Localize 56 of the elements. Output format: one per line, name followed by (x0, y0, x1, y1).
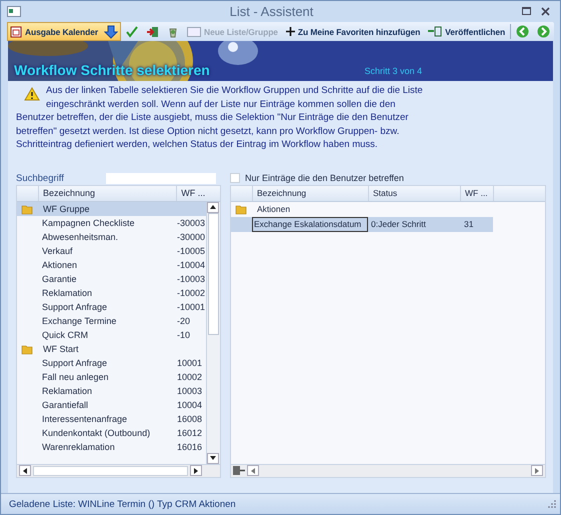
table-cell: 10001 (177, 358, 202, 368)
table-cell-text: Quick CRM (41, 330, 90, 340)
table-cell-text: Reklamation (41, 288, 94, 298)
table-cell: 16016 (177, 442, 202, 452)
table-cell: -10003 (177, 274, 206, 284)
table-cell-text: Verkauf (41, 246, 74, 256)
table-cell-text: Support Anfrage (41, 358, 108, 368)
toolbar-button[interactable]: Zu Meine Favoriten hinzufügen (282, 22, 424, 41)
group-name: WF Start (42, 344, 78, 354)
table-cell-text: Garantiefall (41, 400, 90, 410)
table-cell: -30000 (177, 232, 206, 242)
table-cell-text: Reklamation (41, 386, 94, 396)
table-cell: Exchange Eskalationsdatum (252, 216, 368, 232)
column-header[interactable]: WF ... (176, 186, 220, 200)
group-name: Aktionen (256, 204, 290, 214)
table-cell-text: Fall neu anlegen (41, 372, 110, 382)
table-cell-text: Support Anfrage (41, 302, 108, 312)
table-cell: -10004 (177, 260, 206, 270)
table-cell-text: Warenreklamation (41, 442, 116, 452)
toolbar-button[interactable]: Ausgabe Kalender (7, 22, 122, 41)
table-cell: 16012 (177, 428, 202, 438)
toolbar-button[interactable]: Veröffentlichen (425, 22, 508, 41)
column-header[interactable]: WF ... (460, 186, 494, 200)
table-cell-text: Interessentenanfrage (41, 414, 128, 424)
group-row[interactable]: Aktionen (231, 202, 545, 216)
table-cell: -30003 (177, 218, 206, 228)
column-header[interactable]: Bezeichnung (252, 186, 368, 200)
window-title: List - Assistent (228, 4, 314, 19)
table-cell-text: 31 (463, 219, 474, 229)
step-indicator: Schritt 3 von 4 (364, 66, 422, 76)
group-name: WF Gruppe (42, 204, 90, 214)
status-text: Geladene Liste: WINLine Termin () Typ CRM Aktionen (9, 498, 236, 510)
group-row[interactable]: WF Start (17, 342, 206, 356)
column-header[interactable]: Bezeichnung (38, 186, 176, 200)
table-cell-text: Kampagnen Checkliste (41, 218, 136, 228)
info-text: Aus der linken Tabelle selektieren Sie die Workflow Gruppen und Schritte auf die die Liste eingeschränkt werden soll. Wenn auf der Liste nur Einträge kommen sollen die den Benutzer betreffen, der die Liste ausgiebt, muss die Selektion "Nur Einträge die den Benutzer betreffen" gesetzt werden. Ist diese Option nicht gesetzt, kann pro Workflow Gruppen- bzw. Schritteintrag defieniert werden, welchen Status der Eintrag im Workflow haben muss. (16, 84, 424, 152)
table-cell-text: Abwesenheitsman. (41, 232, 120, 242)
table-cell-text: 0:Jeder Schritt (370, 219, 427, 229)
table-cell: 16008 (177, 414, 202, 424)
column-header[interactable]: Status (368, 186, 460, 200)
table-cell: 10003 (177, 386, 202, 396)
table-cell: -10005 (177, 246, 206, 256)
table-cell: -10002 (177, 288, 206, 298)
table-row[interactable]: Exchange Eskalationsdatum 0:Jeder Schritt 31 (231, 216, 493, 232)
table-cell-text: Kundenkontakt (Outbound) (41, 428, 152, 438)
table-cell-text: Aktionen (41, 260, 78, 270)
group-row[interactable]: WF Gruppe (17, 202, 206, 216)
table-cell-text: Garantie (41, 274, 78, 284)
search-label: Suchbegriff (16, 172, 65, 184)
table-cell: 10004 (177, 400, 202, 410)
table-cell-text: Exchange Termine (41, 316, 118, 326)
table-cell: -10001 (177, 302, 206, 312)
table-cell: -20 (177, 316, 190, 326)
checkbox-label: Nur Einträge die den Benutzer betreffen (245, 173, 404, 183)
table-cell: 10002 (177, 372, 202, 382)
table-cell: -10 (177, 330, 190, 340)
